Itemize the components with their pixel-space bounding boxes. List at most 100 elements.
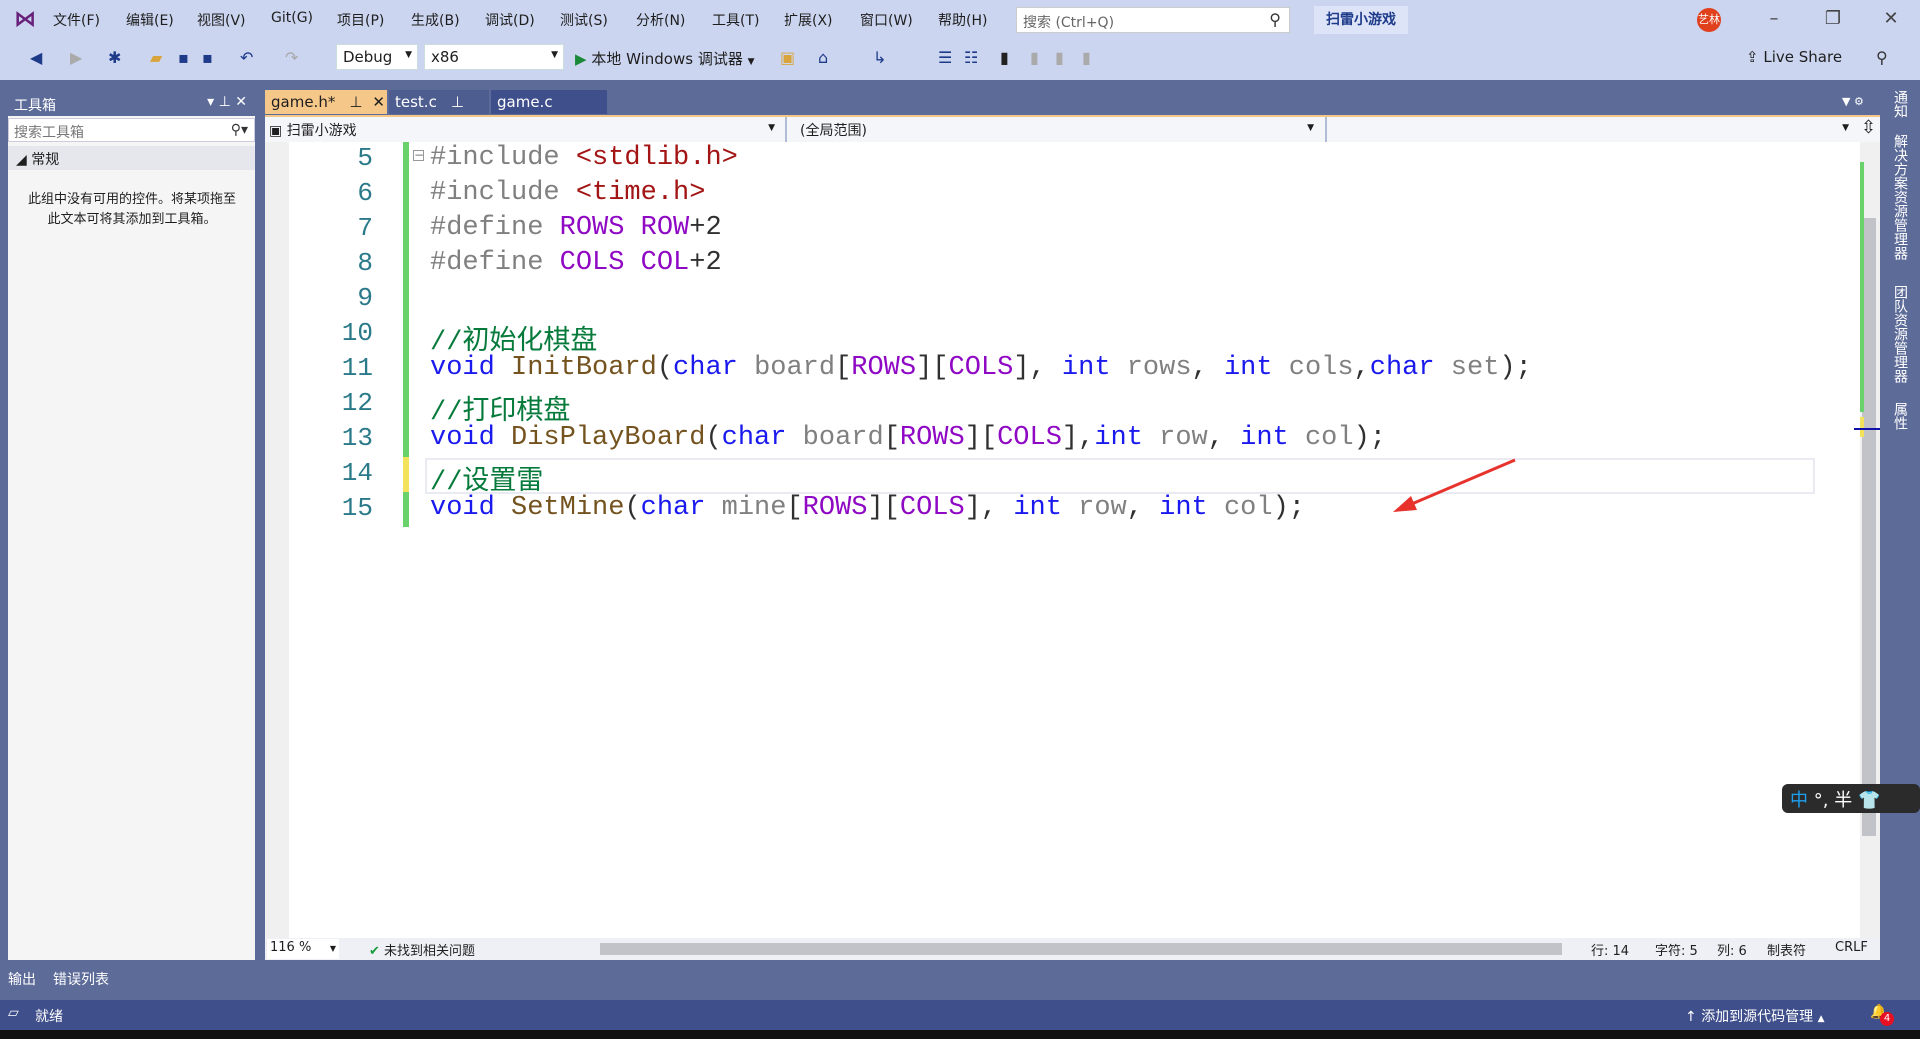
code-line[interactable]: #define ROWS ROW+2: [430, 213, 722, 243]
tab-test-c[interactable]: test.c ⊥: [389, 90, 489, 114]
toolbox-group-general[interactable]: ◢ 常规: [8, 146, 255, 170]
prev-bookmark-icon[interactable]: ▮: [1030, 48, 1039, 67]
menu-item[interactable]: 视图(V): [197, 10, 246, 30]
search-input[interactable]: 搜索 (Ctrl+Q) ⚲: [1016, 7, 1290, 33]
panel-controls-icon[interactable]: ▾ ⊥ ✕: [207, 94, 247, 110]
forward-icon[interactable]: ▶: [70, 48, 82, 67]
code-line[interactable]: #include <time.h>: [430, 178, 705, 208]
close-tab-icon[interactable]: ✕: [372, 93, 385, 111]
line-indicator[interactable]: 行: 14: [1591, 940, 1629, 959]
toolbox-title: 工具箱: [14, 98, 56, 114]
menu-item[interactable]: 工具(T): [712, 10, 759, 30]
scope-dropdown[interactable]: (全局范围) ▼: [800, 120, 1320, 140]
next-bookmark-icon[interactable]: ▮: [1055, 48, 1064, 67]
uncomment-icon[interactable]: ☷: [964, 48, 978, 67]
code-line[interactable]: void InitBoard(char board[ROWS][COLS], i…: [430, 353, 1532, 383]
tab-team-explorer[interactable]: 团队资源管理器: [1890, 285, 1910, 383]
code-line[interactable]: void DisPlayBoard(char board[ROWS][COLS]…: [430, 423, 1386, 453]
ime-mode[interactable]: 中: [1790, 790, 1808, 811]
open-folder-icon[interactable]: ▰: [150, 48, 162, 67]
add-to-source-control-button[interactable]: ↑ 添加到源代码管理 ▲: [1685, 1006, 1825, 1026]
issues-indicator[interactable]: ✔ 未找到相关问题: [369, 940, 475, 959]
code-line[interactable]: #define COLS COL+2: [430, 248, 722, 278]
menu-item[interactable]: 测试(S): [560, 10, 608, 30]
tab-output[interactable]: 输出: [8, 969, 36, 989]
zoom-select[interactable]: 116 % ▼: [267, 939, 339, 959]
eol-indicator[interactable]: CRLF: [1835, 940, 1868, 955]
tab-overflow-icon[interactable]: ▼ ⚙: [1842, 95, 1864, 108]
avatar[interactable]: 艺林: [1697, 8, 1721, 32]
tab-game-h[interactable]: game.h* ⊥ ✕: [265, 90, 387, 114]
menu-item[interactable]: 生成(B): [411, 10, 460, 30]
code-token: SetMine: [511, 493, 625, 523]
collapse-region-icon[interactable]: −: [413, 149, 424, 161]
configuration-select[interactable]: Debug ▼: [336, 44, 418, 70]
horizontal-scrollbar[interactable]: [600, 943, 1562, 955]
vertical-scrollbar[interactable]: [1854, 142, 1880, 938]
feedback-icon[interactable]: ⚲: [1876, 48, 1888, 67]
clear-bookmarks-icon[interactable]: ▮: [1082, 48, 1091, 67]
toolbox-search-input[interactable]: 搜索工具箱 ⚲▾: [8, 118, 255, 142]
ime-width[interactable]: 半: [1834, 790, 1852, 811]
back-icon[interactable]: ◀: [30, 48, 42, 67]
tab-notifications[interactable]: 通知: [1890, 90, 1910, 118]
code-editor[interactable]: 5 #include <stdlib.h> 6 #include <time.h> 7 #…: [265, 142, 1880, 938]
find-in-files-icon[interactable]: ▣: [780, 48, 795, 67]
pin-icon[interactable]: ⊥: [451, 93, 464, 111]
bookmark-icon[interactable]: ▮: [1000, 48, 1009, 67]
notifications-button[interactable]: 🔔 4: [1870, 1004, 1894, 1026]
menu-item[interactable]: 扩展(X): [784, 10, 833, 30]
tab-solution-explorer[interactable]: 解决方案资源管理器: [1890, 134, 1910, 260]
tab-game-c[interactable]: game.c: [491, 90, 607, 114]
menu-item[interactable]: 文件(F): [53, 10, 100, 30]
menu-item[interactable]: 调试(D): [485, 10, 535, 30]
step-icon[interactable]: ↳: [873, 48, 886, 67]
menu-item[interactable]: 分析(N): [636, 10, 685, 30]
col-indicator[interactable]: 列: 6: [1717, 940, 1747, 959]
platform-select[interactable]: x86 ▼: [424, 44, 564, 70]
line-number: 13: [341, 423, 373, 453]
restore-button[interactable]: ❐: [1818, 8, 1848, 29]
ime-toolbar[interactable]: 中 °, 半 👕: [1782, 784, 1920, 813]
redo-icon[interactable]: ↷: [285, 48, 298, 67]
live-share-button[interactable]: ⇪ Live Share: [1746, 48, 1842, 66]
code-line[interactable]: void SetMine(char mine[ROWS][COLS], int …: [430, 493, 1305, 523]
code-token: col: [1304, 423, 1354, 453]
code-token: char: [1369, 353, 1451, 383]
code-line[interactable]: //设置雷: [430, 458, 543, 498]
start-debugging-button[interactable]: ▶ 本地 Windows 调试器 ▼: [575, 48, 755, 69]
caret-marker: [1854, 428, 1880, 430]
char-indicator[interactable]: 字符: 5: [1655, 940, 1698, 959]
indent-indicator[interactable]: 制表符: [1767, 940, 1806, 959]
search-icon: ⚲▾: [230, 122, 248, 138]
scrollbar-thumb[interactable]: [1862, 218, 1876, 836]
output-window-icon: ▱: [8, 1005, 19, 1021]
menu-item[interactable]: 帮助(H): [938, 10, 987, 30]
save-icon[interactable]: ▪: [178, 48, 189, 67]
code-token: ROWS: [899, 423, 965, 453]
pin-icon[interactable]: ⊥: [349, 93, 362, 111]
minimize-button[interactable]: –: [1759, 8, 1789, 29]
comment-icon[interactable]: ☰: [938, 48, 952, 67]
toolbox-empty-message: 此组中没有可用的控件。将某项拖至此文本可将其添加到工具箱。: [27, 192, 236, 227]
new-item-icon[interactable]: ✱: [108, 48, 121, 67]
project-dropdown[interactable]: ▣ 扫雷小游戏 ▼: [269, 120, 781, 140]
menu-item[interactable]: 编辑(E): [126, 10, 174, 30]
menu-item[interactable]: 窗口(W): [860, 10, 913, 30]
home-icon[interactable]: ⌂: [818, 48, 828, 67]
tab-properties[interactable]: 属性: [1890, 402, 1910, 430]
menu-item[interactable]: Git(G): [271, 10, 313, 26]
menu-item[interactable]: 项目(P): [337, 10, 384, 30]
member-dropdown[interactable]: ▼: [1330, 120, 1855, 140]
split-icon[interactable]: ⇳: [1861, 117, 1876, 138]
code-line[interactable]: #include <stdlib.h>: [430, 143, 738, 173]
tab-error-list[interactable]: 错误列表: [53, 969, 109, 989]
save-all-icon[interactable]: ▪: [202, 48, 213, 67]
skin-icon[interactable]: 👕: [1858, 790, 1880, 811]
code-line[interactable]: //打印棋盘: [430, 388, 570, 428]
close-button[interactable]: ✕: [1876, 8, 1906, 29]
code-line[interactable]: //初始化棋盘: [430, 318, 597, 358]
undo-icon[interactable]: ↶: [240, 48, 253, 67]
code-token: void: [430, 493, 512, 523]
ime-punctuation[interactable]: °,: [1814, 790, 1829, 811]
